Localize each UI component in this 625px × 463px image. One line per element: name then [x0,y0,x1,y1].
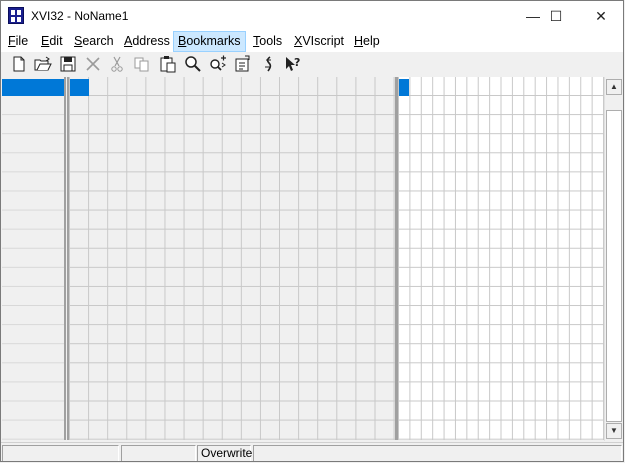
status-panel-4 [253,445,622,461]
menu-edit[interactable]: Edit [37,31,67,51]
status-mode: Overwrite [197,445,252,461]
vertical-scrollbar[interactable]: ▲ ▼ [604,77,623,441]
scroll-up-button[interactable]: ▲ [606,79,622,95]
properties-icon[interactable] [233,54,253,74]
app-window: XVI32 - NoName1 — ☐ ✕ File Edit Search A… [0,0,624,462]
status-panel-2 [121,445,196,461]
paste-icon[interactable] [158,54,178,74]
title-bar: XVI32 - NoName1 — ☐ ✕ [1,1,623,31]
menu-bookmarks[interactable]: Bookmarks [173,31,246,52]
toolbar: ? [1,52,623,76]
save-icon[interactable] [58,54,78,74]
scroll-thumb[interactable] [606,110,622,422]
find-icon[interactable] [183,54,203,74]
menu-address[interactable]: Address [120,31,174,51]
text-pane[interactable] [396,77,604,440]
status-bar: Overwrite [1,442,623,461]
script-icon[interactable] [258,54,278,74]
text-cursor [399,79,409,96]
scroll-down-button[interactable]: ▼ [606,423,622,439]
menu-help[interactable]: Help [350,31,384,51]
menu-search[interactable]: Search [70,31,118,51]
copy-icon[interactable] [132,54,152,74]
new-file-icon[interactable] [9,54,29,74]
menu-bar: File Edit Search Address Bookmarks Tools… [1,31,623,52]
help-pointer-icon[interactable]: ? [283,54,303,74]
open-folder-icon[interactable] [33,54,53,74]
cut-icon[interactable] [107,54,127,74]
window-title: XVI32 - NoName1 [31,9,129,23]
hex-pane[interactable] [67,77,397,440]
menu-file[interactable]: File [4,31,32,51]
hex-cursor [70,79,89,96]
address-pane[interactable] [2,77,66,440]
find-next-icon[interactable] [208,54,228,74]
svg-text:?: ? [294,56,300,69]
menu-xviscript[interactable]: XVIscript [290,31,348,51]
app-icon[interactable] [8,7,24,24]
status-panel-1 [2,445,119,461]
delete-icon[interactable] [83,54,103,74]
maximize-button[interactable]: ☐ [533,1,579,31]
menu-tools[interactable]: Tools [249,31,286,51]
close-button[interactable]: ✕ [578,1,623,31]
address-selection [2,79,64,96]
